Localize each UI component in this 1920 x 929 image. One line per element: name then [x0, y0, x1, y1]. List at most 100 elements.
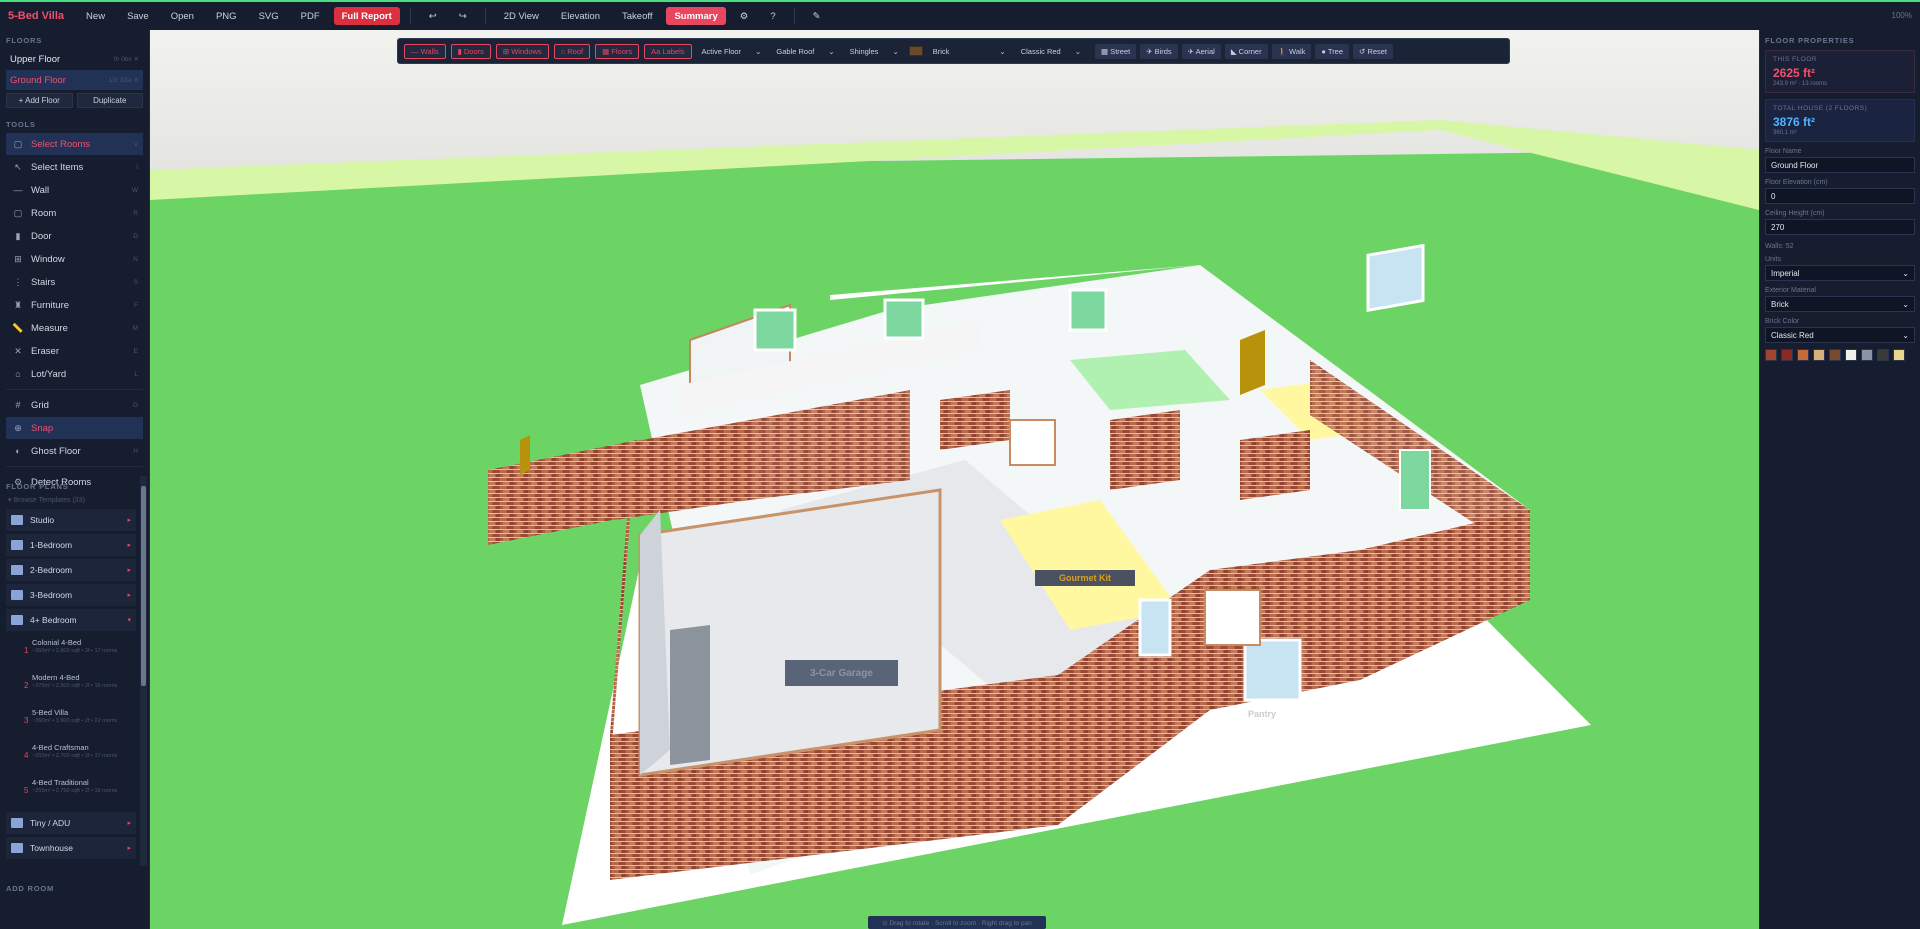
- scrollbar-thumb[interactable]: [141, 486, 146, 686]
- roofing-select[interactable]: Shingles ⌄: [844, 43, 904, 59]
- template-category[interactable]: 1-Bedroom ▸: [6, 534, 136, 556]
- tool-furniture[interactable]: ♜ Furniture F: [6, 294, 143, 316]
- summary-button[interactable]: Summary: [666, 7, 726, 25]
- template-categories: Studio ▸ 1-Bedroom ▸ 2-Bedroom ▸ 3-Bedroom ▸ 4+ …: [0, 509, 150, 631]
- floor-item-ground[interactable]: Ground Floor 13r 32w ✕: [6, 70, 143, 90]
- tool-snap[interactable]: ⊕ Snap: [6, 417, 143, 439]
- properties-title: FLOOR PROPERTIES: [1765, 36, 1855, 45]
- template-item[interactable]: 2 Modern 4-Bed ~270m² • 2,900 sqft • 2f • …: [6, 669, 136, 704]
- window-2: [883, 298, 925, 340]
- color-swatch[interactable]: [1877, 349, 1889, 361]
- tool-ghost-floor[interactable]: ◐ Ghost Floor H: [6, 440, 143, 462]
- navigation-hint: ⊙ Drag to rotate · Scroll to zoom · Righ…: [868, 916, 1046, 929]
- color-swatch[interactable]: [1861, 349, 1873, 361]
- project-title: 5-Bed Villa: [8, 10, 65, 22]
- view-street-button[interactable]: ▦ Street: [1095, 43, 1137, 59]
- view-aerial-button[interactable]: ✈ Aerial: [1181, 43, 1221, 59]
- takeoff-button[interactable]: Takeoff: [614, 7, 660, 25]
- template-item[interactable]: 5 4-Bed Traditional ~255m² • 2,750 sqft • …: [6, 774, 136, 809]
- template-category[interactable]: Townhouse ▸: [6, 837, 136, 859]
- stat-label: THIS FLOOR: [1773, 56, 1818, 63]
- save-button[interactable]: Save: [119, 7, 157, 25]
- color-swatch[interactable]: [1845, 349, 1857, 361]
- toggle-roof[interactable]: ⌂ Roof: [553, 43, 591, 59]
- exterior-select[interactable]: Brick ⌄: [1765, 296, 1915, 312]
- stat-sub: 360.1 m²: [1773, 130, 1797, 136]
- toggle-floors[interactable]: ▦ Floors: [595, 43, 640, 59]
- template-category[interactable]: Tiny / ADU ▸: [6, 812, 136, 834]
- input-value: 270: [1771, 222, 1785, 232]
- tool-room[interactable]: ▢ Room R: [6, 202, 143, 224]
- tool-measure[interactable]: 📏 Measure M: [6, 317, 143, 339]
- export-png-button[interactable]: PNG: [208, 7, 245, 25]
- chevron-down-icon: ⌄: [1902, 299, 1909, 309]
- view-2d-button[interactable]: 2D View: [496, 7, 547, 25]
- units-select[interactable]: Imperial ⌄: [1765, 265, 1915, 281]
- tool-window[interactable]: ⊞ Window N: [6, 248, 143, 270]
- floor-name-input[interactable]: Ground Floor: [1765, 157, 1915, 173]
- toggle-windows[interactable]: ⊞ Windows: [495, 43, 549, 59]
- help-icon[interactable]: ?: [762, 7, 783, 25]
- new-button[interactable]: New: [78, 7, 113, 25]
- tool-select-rooms[interactable]: ▢ Select Rooms V: [6, 133, 143, 155]
- color-swatch[interactable]: [1829, 349, 1841, 361]
- color-swatch[interactable]: [1797, 349, 1809, 361]
- browse-templates-toggle[interactable]: ▾ Browse Templates (33): [0, 494, 150, 506]
- template-category[interactable]: 4+ Bedroom ▾: [6, 609, 136, 631]
- template-item[interactable]: 3 5-Bed Villa ~360m² • 3,900 sqft • 2f • 2…: [6, 704, 136, 739]
- color-select[interactable]: Classic Red ⌄: [1015, 43, 1087, 59]
- settings-icon[interactable]: ⚙: [732, 7, 757, 25]
- 3d-scene[interactable]: 3-Car Garage Gourmet Kit Pantry: [150, 30, 1759, 929]
- toggle-walls[interactable]: — Walls: [404, 43, 446, 59]
- roof-type-select[interactable]: Gable Roof ⌄: [771, 43, 840, 59]
- tool-door[interactable]: ▮ Door D: [6, 225, 143, 247]
- tool-select-items[interactable]: ↖ Select Items I: [6, 156, 143, 178]
- chevron-down-icon: ⌄: [1074, 46, 1082, 56]
- color-swatch[interactable]: [1765, 349, 1777, 361]
- export-pdf-button[interactable]: PDF: [293, 7, 328, 25]
- undo-icon[interactable]: ↩: [421, 7, 445, 25]
- brick-color-select[interactable]: Classic Red ⌄: [1765, 327, 1915, 343]
- add-floor-button[interactable]: + Add Floor: [6, 93, 73, 108]
- tool-stairs[interactable]: ⋮ Stairs S: [6, 271, 143, 293]
- color-swatch[interactable]: [1893, 349, 1905, 361]
- tool-wall[interactable]: — Wall W: [6, 179, 143, 201]
- floor-item-upper[interactable]: Upper Floor 0r 0bx ✕: [6, 49, 143, 69]
- tool-eraser[interactable]: ✕ Eraser E: [6, 340, 143, 362]
- color-swatch[interactable]: [1813, 349, 1825, 361]
- pen-icon[interactable]: ✎: [805, 7, 829, 25]
- elevation-input[interactable]: 0: [1765, 188, 1915, 204]
- view-walk-button[interactable]: 🚶 Walk: [1271, 43, 1312, 59]
- exterior-label: Exterior Material: [1765, 287, 1816, 294]
- ceiling-input[interactable]: 270: [1765, 219, 1915, 235]
- view-tree-button[interactable]: ● Tree: [1315, 43, 1350, 59]
- view-reset-button[interactable]: ↺ Reset: [1353, 43, 1393, 59]
- tool-label: Door: [31, 230, 52, 242]
- view-birds-button[interactable]: ✈ Birds: [1140, 43, 1178, 59]
- full-report-button[interactable]: Full Report: [333, 7, 400, 25]
- open-button[interactable]: Open: [163, 7, 202, 25]
- template-category[interactable]: 2-Bedroom ▸: [6, 559, 136, 581]
- tool-icon: ⊕: [14, 422, 22, 433]
- material-select[interactable]: Brick ⌄: [927, 43, 1011, 59]
- template-category[interactable]: Studio ▸: [6, 509, 136, 531]
- tool-lot-yard[interactable]: ⌂ Lot/Yard L: [6, 363, 143, 385]
- export-svg-button[interactable]: SVG: [251, 7, 287, 25]
- tool-grid[interactable]: # Grid G: [6, 394, 143, 416]
- template-item[interactable]: 1 Colonial 4-Bed ~260m² • 2,800 sqft • 2f …: [6, 634, 136, 669]
- elevation-button[interactable]: Elevation: [553, 7, 608, 25]
- view-corner-button[interactable]: ◣ Corner: [1224, 43, 1268, 59]
- redo-icon[interactable]: ↪: [451, 7, 475, 25]
- roof-color-swatch[interactable]: [908, 46, 923, 56]
- color-swatch[interactable]: [1781, 349, 1793, 361]
- template-category[interactable]: 3-Bedroom ▸: [6, 584, 136, 606]
- 3d-viewport[interactable]: 3-Car Garage Gourmet Kit Pantry — Walls ▮…: [150, 30, 1759, 929]
- active-floor-select[interactable]: Active Floor ⌄: [696, 43, 767, 59]
- toggle-doors[interactable]: ▮ Doors: [450, 43, 491, 59]
- tool-shortcut: E: [133, 347, 138, 355]
- toggle-aalabels[interactable]: Aa Labels: [644, 43, 692, 59]
- tool-icon: ↖: [14, 161, 22, 172]
- template-item[interactable]: 4 4-Bed Craftsman ~250m² • 2,700 sqft • 2f…: [6, 739, 136, 774]
- sidebar-scrollbar[interactable]: [140, 476, 147, 866]
- duplicate-floor-button[interactable]: Duplicate: [76, 93, 143, 108]
